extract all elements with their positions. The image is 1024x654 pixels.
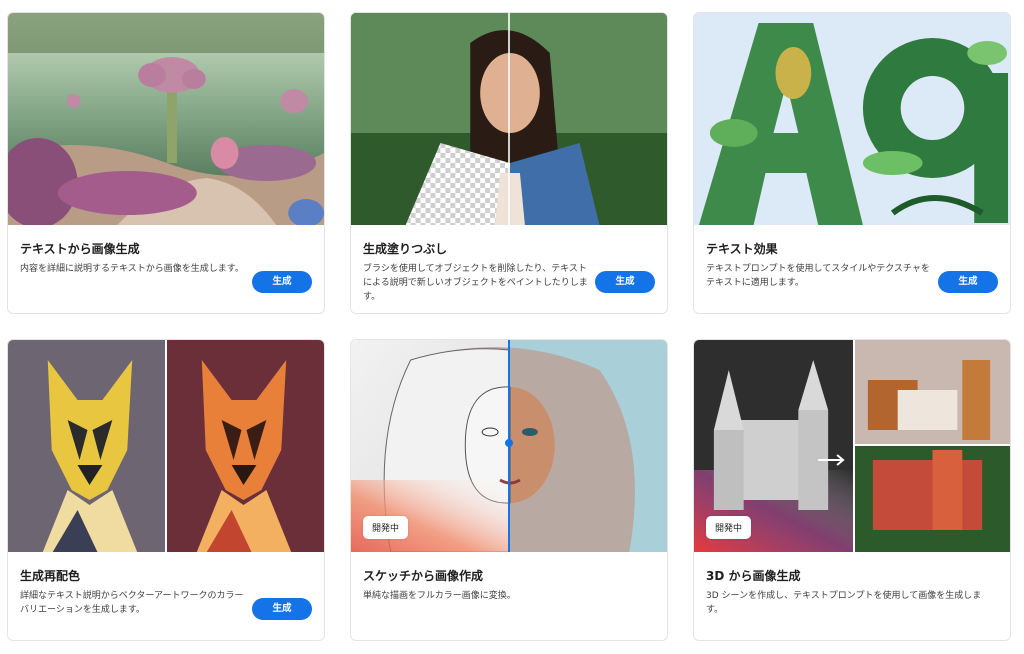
generate-button[interactable]: 生成 [595, 271, 655, 293]
card-title: スケッチから画像作成 [363, 569, 484, 583]
card-title: 3D から画像生成 [706, 569, 801, 583]
card-title: テキスト効果 [706, 242, 778, 256]
card-title: 生成塗りつぶし [363, 242, 448, 256]
thumbnail-portrait-fill [351, 13, 667, 225]
card-text-to-image[interactable]: テキストから画像生成 内容を詳細に説明するテキストから画像を生成します。 生成 [7, 12, 325, 314]
in-development-badge: 開発中 [706, 516, 752, 539]
card-sketch-to-image[interactable]: 開発中 スケッチから画像作成 単純な描画をフルカラー画像に変換。 [350, 339, 668, 641]
thumbnail-leaf-letters [694, 13, 1010, 225]
in-development-badge: 開発中 [363, 516, 409, 539]
thumbnail-3d-castle: 開発中 [694, 340, 1010, 552]
card-description: 詳細なテキスト説明からベクターアートワークのカラーバリエーションを生成します。 [20, 591, 244, 615]
card-title: テキストから画像生成 [20, 242, 140, 256]
card-description: 単純な描画をフルカラー画像に変換。 [363, 591, 516, 601]
card-3d-to-image[interactable]: 開発中 3D から画像生成 3D シーンを作成し、テキストプロンプトを使用して画… [693, 339, 1011, 641]
card-description: 内容を詳細に説明するテキストから画像を生成します。 [20, 264, 244, 274]
card-generative-fill[interactable]: 生成塗りつぶし ブラシを使用してオブジェクトを削除したり、テキストによる説明で新… [350, 12, 668, 314]
card-generative-recolor[interactable]: 生成再配色 詳細なテキスト説明からベクターアートワークのカラーバリエーションを生… [7, 339, 325, 641]
thumbnail-fantasy-garden [8, 13, 324, 225]
card-text-effects[interactable]: テキスト効果 テキストプロンプトを使用してスタイルやテクスチャをテキストに適用し… [693, 12, 1011, 314]
generate-button[interactable]: 生成 [938, 271, 998, 293]
card-title: 生成再配色 [20, 569, 81, 583]
card-description: テキストプロンプトを使用してスタイルやテクスチャをテキストに適用します。 [706, 264, 930, 288]
card-description: ブラシを使用してオブジェクトを削除したり、テキストによる説明で新しいオブジェクト… [363, 264, 588, 302]
thumbnail-sketch-portrait: 開発中 [351, 340, 667, 552]
generate-button[interactable]: 生成 [252, 271, 312, 293]
card-description: 3D シーンを作成し、テキストプロンプトを使用して画像を生成します。 [706, 591, 982, 615]
generate-button[interactable]: 生成 [252, 598, 312, 620]
thumbnail-dog-recolor [8, 340, 324, 552]
